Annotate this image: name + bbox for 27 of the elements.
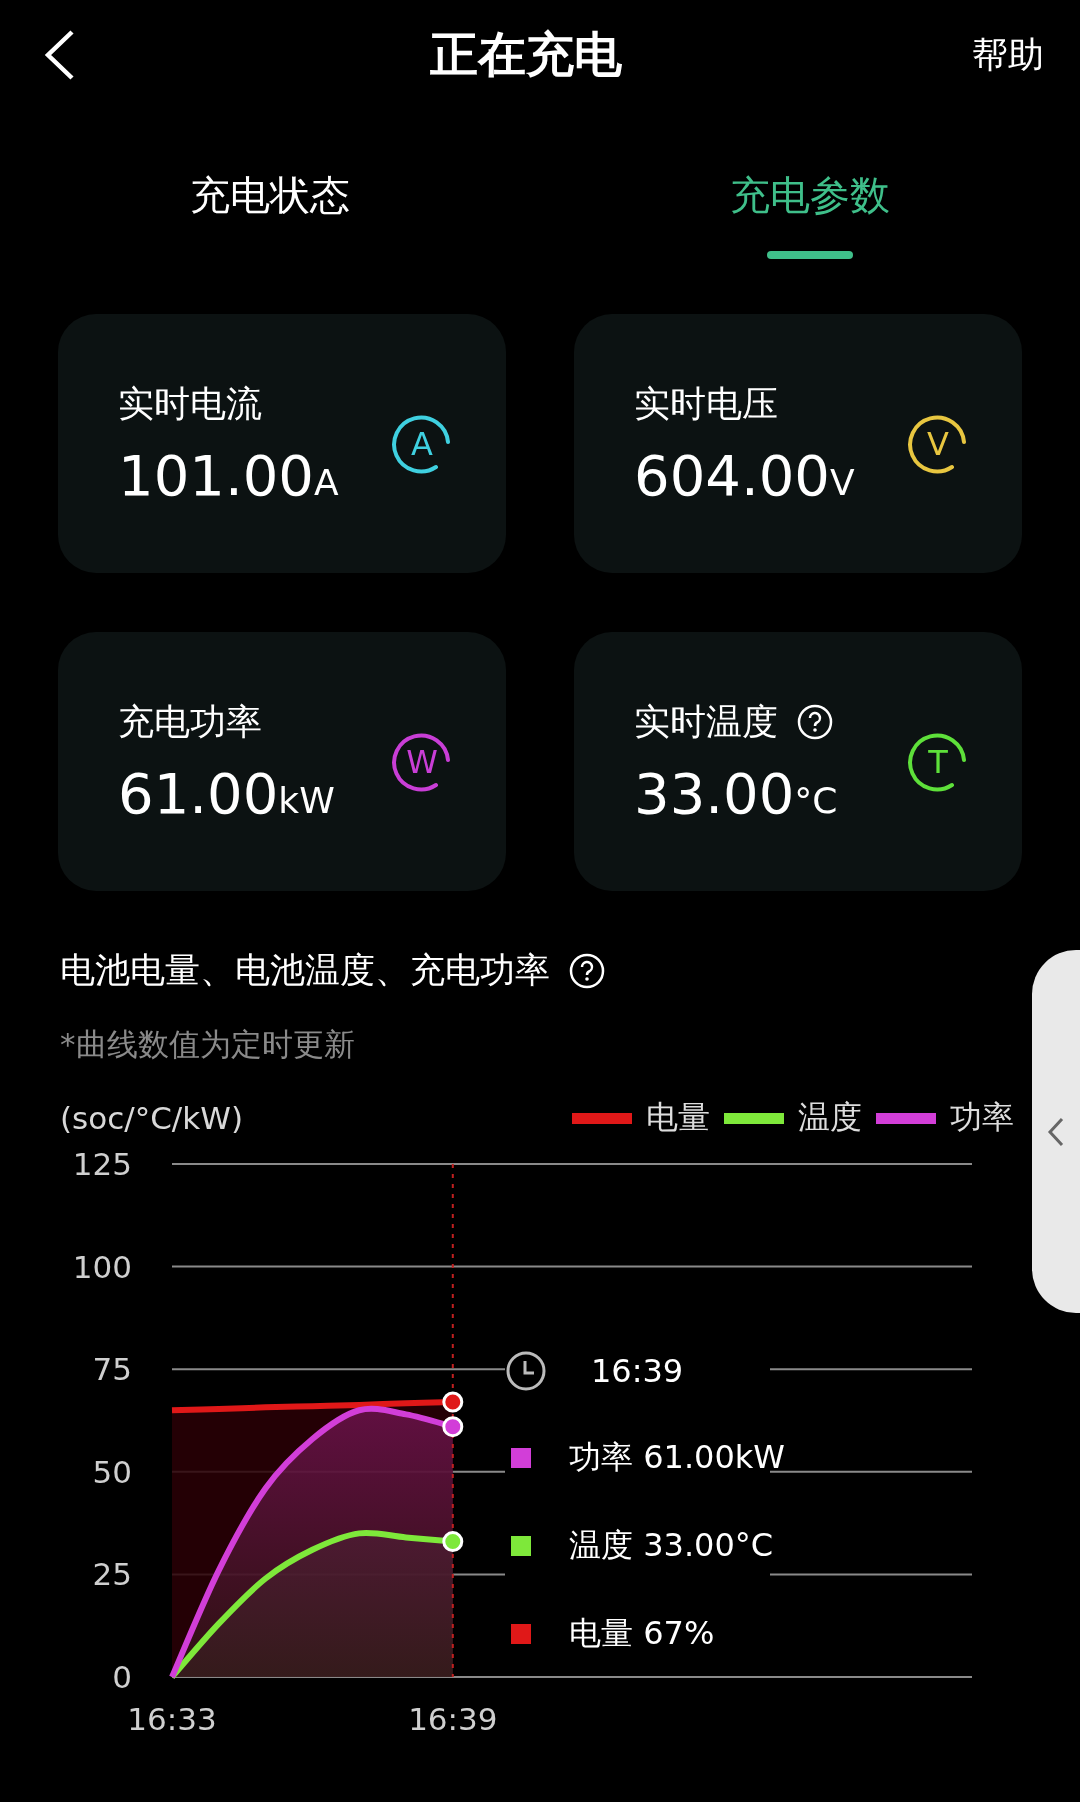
tooltip-value: 电量 67%: [569, 1613, 715, 1654]
legend-label: 电量: [646, 1097, 710, 1138]
axis-tick-label: 125: [72, 1146, 132, 1182]
tooltip-value: 温度 33.00°C: [569, 1525, 774, 1566]
axis-tick-label: 16:33: [127, 1701, 217, 1737]
metric-label: 实时电压: [634, 381, 778, 426]
axis-tick-label: 75: [92, 1351, 132, 1388]
metric-value: 61.00kW: [118, 760, 335, 826]
metric-label: 充电功率: [118, 699, 262, 744]
metric-label: 实时温度: [634, 699, 778, 744]
axis-tick-label: 16:39: [408, 1701, 498, 1737]
axis-tick-label: 50: [92, 1453, 132, 1490]
axis-tick-label: 0: [112, 1659, 132, 1695]
metric-value: 604.00V: [634, 442, 855, 508]
axis-unit-label: (soc/°C/kW): [60, 1100, 243, 1136]
tooltip-value: 功率 61.00kW: [569, 1437, 785, 1478]
axis-tick-label: 25: [92, 1556, 132, 1593]
legend-label: 温度: [798, 1097, 862, 1138]
section-title: 电池电量、电池温度、充电功率: [60, 949, 550, 992]
axis-tick-label: 100: [72, 1248, 132, 1285]
legend-label: 功率: [950, 1097, 1014, 1138]
metric-label: 实时电流: [118, 381, 262, 426]
note-text: *曲线数值为定时更新: [60, 1025, 356, 1064]
metric-value: 33.00°C: [634, 760, 838, 826]
tooltip-time: 16:39: [591, 1352, 684, 1390]
metric-value: 101.00A: [118, 442, 339, 508]
page-title: 正在充电: [430, 25, 622, 84]
